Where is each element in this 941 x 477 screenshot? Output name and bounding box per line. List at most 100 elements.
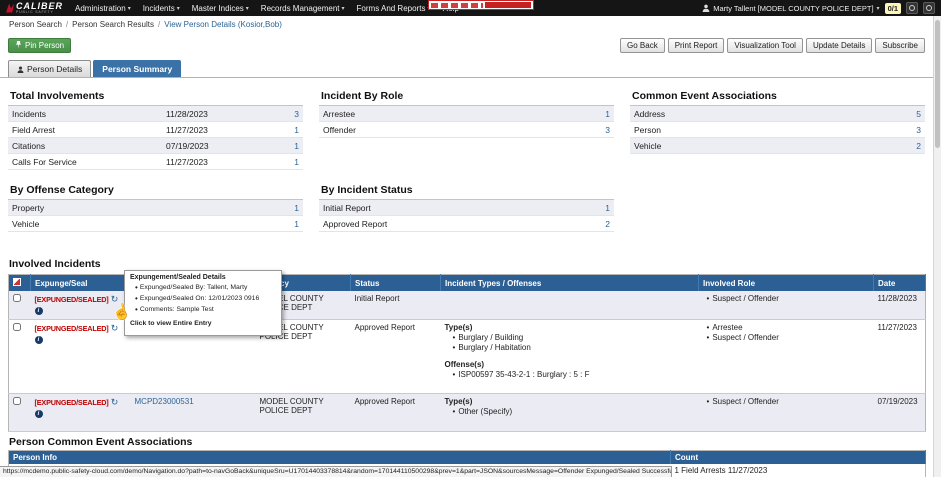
row-select-checkbox[interactable]: [13, 323, 21, 331]
incident-number-link[interactable]: MCPD23000531: [135, 397, 194, 406]
count-link[interactable]: 3: [269, 109, 299, 119]
user-menu[interactable]: Marty Tallent [MODEL COUNTY POLICE DEPT]…: [702, 4, 879, 13]
panel-by-incident-status: By Incident Status Initial Report 1 Appr…: [319, 182, 614, 232]
tooltip-footer: Click to view Entire Entry: [130, 320, 276, 327]
panel-row: Arrestee 1: [319, 106, 614, 122]
notifications-button[interactable]: [906, 2, 918, 14]
caliber-swoosh-icon: [6, 4, 14, 13]
main-menu: Administration▾ Incidents▾ Master Indice…: [75, 4, 464, 13]
refresh-icon[interactable]: ↻: [111, 397, 119, 407]
tooltip-title: Expungement/Sealed Details: [130, 274, 276, 281]
update-details-button[interactable]: Update Details: [806, 38, 872, 53]
pin-person-button[interactable]: Pin Person: [8, 38, 71, 53]
count-link[interactable]: 5: [891, 109, 921, 119]
info-icon[interactable]: i: [35, 410, 43, 418]
chevron-down-icon: ▾: [342, 5, 345, 12]
menu-administration[interactable]: Administration▾: [75, 4, 131, 13]
count-link[interactable]: 1: [580, 109, 610, 119]
chevron-down-icon: ▾: [128, 5, 131, 12]
refresh-icon[interactable]: ↻: [111, 323, 119, 333]
expunged-sealed-label: [EXPUNGED/SEALED]: [35, 324, 109, 333]
involved-incidents-title: Involved Incidents: [8, 258, 925, 270]
types-offenses-cell: Type(s) •Burglary / Building •Burglary /…: [441, 319, 699, 393]
notification-icon: [909, 5, 915, 11]
breadcrumb-separator: /: [66, 20, 68, 29]
select-column-header: [9, 275, 31, 292]
count-link[interactable]: 1: [269, 203, 299, 213]
count-link[interactable]: 3: [891, 125, 921, 135]
summary-panels-row-2: By Offense Category Property 1 Vehicle 1…: [8, 182, 925, 232]
panel-row: Approved Report 2: [319, 216, 614, 232]
panel-row: Vehicle 2: [630, 138, 925, 154]
breadcrumb-person-search-results[interactable]: Person Search Results: [72, 20, 154, 29]
date-cell: 11/27/2023: [874, 319, 926, 393]
count-link[interactable]: 2: [580, 219, 610, 229]
types-offenses-cell: [441, 291, 699, 319]
info-icon[interactable]: i: [35, 336, 43, 344]
status-cell: Approved Report: [351, 319, 441, 393]
col-person-info: Person Info: [9, 450, 671, 464]
incident-row: [EXPUNGED/SEALED] ↻ i MCPD23000531 MODEL…: [9, 393, 926, 431]
panel-total-involvements: Total Involvements Incidents 11/28/2023 …: [8, 88, 303, 170]
expunge-legend-icon: [13, 278, 21, 286]
chevron-down-icon: ▾: [877, 5, 880, 12]
app-window: CALIBER PUBLIC SAFETY Administration▾ In…: [0, 0, 941, 477]
browser-status-bar: https://mcdemo.public-safety-cloud.com/d…: [0, 466, 672, 477]
breadcrumb-separator: /: [158, 20, 160, 29]
count-link[interactable]: 3: [580, 125, 610, 135]
menu-master-indices[interactable]: Master Indices▾: [192, 4, 249, 13]
go-back-button[interactable]: Go Back: [620, 38, 665, 53]
panel-incident-by-role: Incident By Role Arrestee 1 Offender 3: [319, 88, 614, 170]
visualization-tool-button[interactable]: Visualization Tool: [727, 38, 803, 53]
panel-title: By Offense Category: [8, 182, 303, 200]
panel-row: Calls For Service 11/27/2023 1: [8, 154, 303, 170]
person-icon: [17, 66, 24, 73]
count-link[interactable]: 1: [269, 141, 299, 151]
scrollbar-thumb[interactable]: [935, 20, 940, 148]
panel-title: By Incident Status: [319, 182, 614, 200]
action-toolbar: Pin Person Go Back Print Report Visualiz…: [8, 36, 925, 54]
menu-incidents[interactable]: Incidents▾: [143, 4, 180, 13]
breadcrumb-person-search[interactable]: Person Search: [9, 20, 62, 29]
count-link[interactable]: 2: [891, 141, 921, 151]
panel-title: Total Involvements: [8, 88, 303, 106]
info-icon[interactable]: i: [35, 307, 43, 315]
col-status: Status: [351, 275, 441, 292]
agency-cell: MODEL COUNTY POLICE DEPT: [256, 393, 351, 431]
count-link[interactable]: 1: [580, 203, 610, 213]
tab-strip: Person Details Person Summary: [0, 58, 941, 78]
print-report-button[interactable]: Print Report: [668, 38, 725, 53]
row-select-checkbox[interactable]: [13, 294, 21, 302]
menu-forms-and-reports[interactable]: Forms And Reports▾: [357, 4, 431, 13]
expungement-tooltip: Expungement/Sealed Details •Expunged/Sea…: [124, 270, 282, 336]
count-link[interactable]: 1: [269, 219, 299, 229]
expunged-sealed-label: [EXPUNGED/SEALED]: [35, 398, 109, 407]
involved-role-cell: •Suspect / Offender: [699, 291, 874, 319]
brand-subtitle: PUBLIC SAFETY: [16, 11, 63, 15]
tab-person-details[interactable]: Person Details: [8, 60, 91, 77]
row-select-checkbox[interactable]: [13, 397, 21, 405]
tab-person-summary[interactable]: Person Summary: [93, 60, 181, 77]
menu-records-management[interactable]: Records Management▾: [261, 4, 345, 13]
logoff-button[interactable]: [923, 2, 935, 14]
refresh-icon[interactable]: ↻: [111, 294, 119, 304]
status-cell: Initial Report: [351, 291, 441, 319]
power-icon: [926, 5, 932, 11]
breadcrumb: Person Search / Person Search Results / …: [0, 16, 941, 32]
caliber-logo: CALIBER PUBLIC SAFETY: [6, 2, 63, 15]
panel-by-offense-category: By Offense Category Property 1 Vehicle 1: [8, 182, 303, 232]
panel-row: Address 5: [630, 106, 925, 122]
incident-number-cell: MCPD23000531: [131, 393, 256, 431]
notification-toast: [428, 0, 534, 10]
association-count-cell: 1 Field Arrests 11/27/2023: [671, 464, 926, 477]
subscribe-button[interactable]: Subscribe: [875, 38, 925, 53]
associations-title: Person Common Event Associations: [8, 436, 925, 448]
chevron-down-icon: ▾: [246, 5, 249, 12]
involved-role-cell: •Suspect / Offender: [699, 393, 874, 431]
count-link[interactable]: 1: [269, 157, 299, 167]
panel-row: Property 1: [8, 200, 303, 216]
chevron-down-icon: ▾: [177, 5, 180, 12]
count-link[interactable]: 1: [269, 125, 299, 135]
vertical-scrollbar[interactable]: [933, 16, 941, 477]
date-cell: 11/28/2023: [874, 291, 926, 319]
